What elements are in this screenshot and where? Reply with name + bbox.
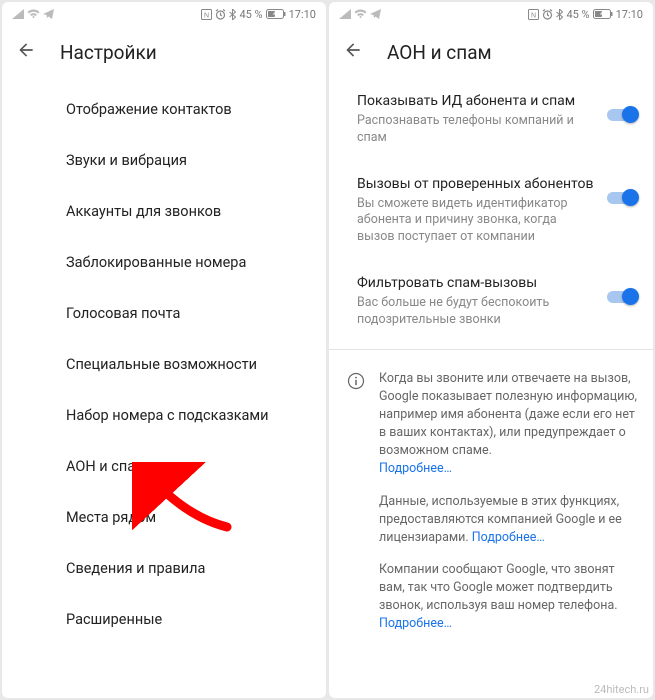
battery-icon	[593, 9, 613, 19]
option-verified-calls[interactable]: Вызовы от проверенных абонентов Вы сможе…	[329, 161, 653, 261]
clock-time: 17:10	[616, 8, 643, 21]
wifi-icon	[354, 9, 367, 19]
bluetooth-icon	[556, 9, 563, 20]
info-paragraph: Компании сообщают Google, что звонят вам…	[379, 561, 637, 634]
settings-item-contacts-display[interactable]: Отображение контактов	[2, 84, 326, 135]
back-button[interactable]	[343, 40, 363, 64]
info-text-1: Когда вы звоните или отвечаете на вызов,…	[379, 371, 637, 459]
option-title: Фильтровать спам-вызовы	[357, 274, 595, 293]
nfc-icon: N	[201, 9, 212, 20]
page-title: Настройки	[60, 41, 157, 64]
watermark: 24hitech.ru	[594, 683, 649, 696]
settings-item-caller-id-spam[interactable]: АОН и спам	[2, 441, 326, 492]
settings-item-places[interactable]: Места рядом	[2, 492, 326, 543]
settings-item-advanced[interactable]: Расширенные	[2, 594, 326, 645]
option-filter-spam[interactable]: Фильтровать спам-вызовы Вас больше не бу…	[329, 260, 653, 343]
svg-text:N: N	[531, 12, 536, 19]
app-header: Настройки	[2, 26, 326, 78]
settings-screen: N 45 % 17:10 Настройки Отображение конта…	[2, 2, 326, 698]
status-bar: N 45 % 17:10	[2, 2, 326, 26]
info-icon	[347, 372, 365, 648]
settings-item-sounds[interactable]: Звуки и вибрация	[2, 135, 326, 186]
info-section: Когда вы звоните или отвечаете на вызов,…	[329, 356, 653, 648]
toggle-switch[interactable]	[605, 288, 639, 306]
clock-time: 17:10	[289, 8, 316, 21]
learn-more-link[interactable]: Подробнее…	[379, 461, 452, 476]
divider	[329, 349, 653, 350]
settings-item-dial-assist[interactable]: Набор номера с подсказками	[2, 390, 326, 441]
settings-item-voicemail[interactable]: Голосовая почта	[2, 288, 326, 339]
caller-id-screen: N 45 % 17:10 АОН и спам Показывать ИД аб…	[329, 2, 653, 698]
status-bar: N 45 % 17:10	[329, 2, 653, 26]
option-title: Показывать ИД абонента и спам	[357, 92, 595, 111]
battery-icon	[266, 9, 286, 19]
option-desc: Вас больше не будут беспокоить подозрите…	[357, 295, 595, 329]
signal-icon	[12, 9, 24, 19]
battery-percent: 45 %	[239, 8, 262, 21]
app-header: АОН и спам	[329, 26, 653, 78]
toggle-switch[interactable]	[605, 189, 639, 207]
back-button[interactable]	[16, 40, 36, 64]
telegram-icon	[370, 9, 381, 19]
settings-item-call-accounts[interactable]: Аккаунты для звонков	[2, 186, 326, 237]
svg-text:N: N	[204, 12, 209, 19]
settings-item-accessibility[interactable]: Специальные возможности	[2, 339, 326, 390]
learn-more-link[interactable]: Подробнее…	[379, 616, 452, 631]
option-desc: Вы сможете видеть идентификатор абонента…	[357, 196, 595, 247]
settings-list: Отображение контактов Звуки и вибрация А…	[2, 78, 326, 698]
option-title: Вызовы от проверенных абонентов	[357, 175, 595, 194]
option-show-caller-id[interactable]: Показывать ИД абонента и спам Распознава…	[329, 78, 653, 161]
settings-item-blocked[interactable]: Заблокированные номера	[2, 237, 326, 288]
wifi-icon	[27, 9, 40, 19]
battery-percent: 45 %	[566, 8, 589, 21]
alarm-icon	[542, 9, 553, 20]
alarm-icon	[215, 9, 226, 20]
telegram-icon	[43, 9, 54, 19]
learn-more-link[interactable]: Подробнее…	[472, 530, 545, 545]
bluetooth-icon	[229, 9, 236, 20]
nfc-icon: N	[528, 9, 539, 20]
page-title: АОН и спам	[387, 41, 492, 64]
info-paragraph: Когда вы звоните или отвечаете на вызов,…	[379, 370, 637, 479]
info-paragraph: Данные, используемые в этих функциях, пр…	[379, 493, 637, 547]
option-desc: Распознавать телефоны компаний и спам	[357, 113, 595, 147]
toggle-switch[interactable]	[605, 106, 639, 124]
info-text-3: Компании сообщают Google, что звонят вам…	[379, 562, 618, 613]
settings-item-about[interactable]: Сведения и правила	[2, 543, 326, 594]
caller-id-content: Показывать ИД абонента и спам Распознава…	[329, 78, 653, 698]
signal-icon	[339, 9, 351, 19]
